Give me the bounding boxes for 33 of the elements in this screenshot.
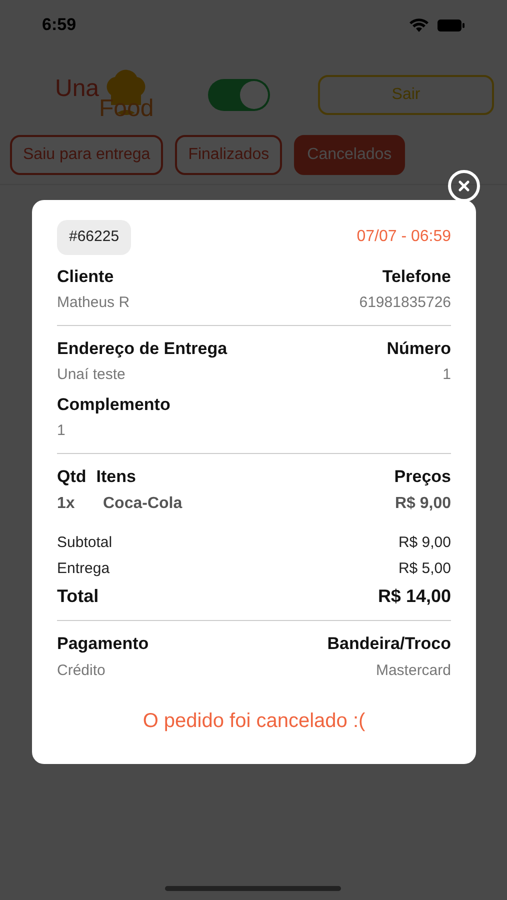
item-qty: 1x xyxy=(57,494,76,514)
item-price: R$ 9,00 xyxy=(394,494,451,514)
column-header: Qtd xyxy=(57,466,86,488)
field-label: Complemento xyxy=(57,394,172,416)
total-value: R$ 14,00 xyxy=(378,585,451,608)
customer-name: Matheus R xyxy=(57,293,130,313)
field-label: Número xyxy=(386,338,451,360)
total-value: R$ 5,00 xyxy=(398,558,451,578)
card-brand: Mastercard xyxy=(376,660,451,680)
total-label: Total xyxy=(57,585,99,608)
field-label: Bandeira/Troco xyxy=(327,633,451,655)
address-value: Unaí teste xyxy=(57,365,126,385)
total-label: Entrega xyxy=(57,558,110,578)
complement-value: 1 xyxy=(57,421,66,441)
field-label: Endereço de Entrega xyxy=(57,338,228,360)
order-datetime: 07/07 - 06:59 xyxy=(356,227,451,248)
cancel-message: O pedido foi cancelado :( xyxy=(142,709,366,734)
field-label: Cliente xyxy=(57,266,114,288)
field-label: Pagamento xyxy=(57,633,149,655)
number-value: 1 xyxy=(442,365,451,385)
logo-text: Food xyxy=(99,94,154,124)
item-name: Coca-Cola xyxy=(103,494,182,514)
field-label: Telefone xyxy=(382,266,451,288)
order-number: #66225 xyxy=(57,220,132,254)
payment-method: Crédito xyxy=(57,660,106,680)
column-header: Preços xyxy=(394,466,451,488)
status-time: 6:59 xyxy=(42,14,76,36)
column-header: Itens xyxy=(96,466,136,488)
phone-number: 61981835726 xyxy=(359,293,451,313)
logo-text: Una xyxy=(55,74,100,104)
close-icon xyxy=(458,180,470,192)
total-value: R$ 9,00 xyxy=(398,533,451,553)
total-label: Subtotal xyxy=(57,533,112,553)
